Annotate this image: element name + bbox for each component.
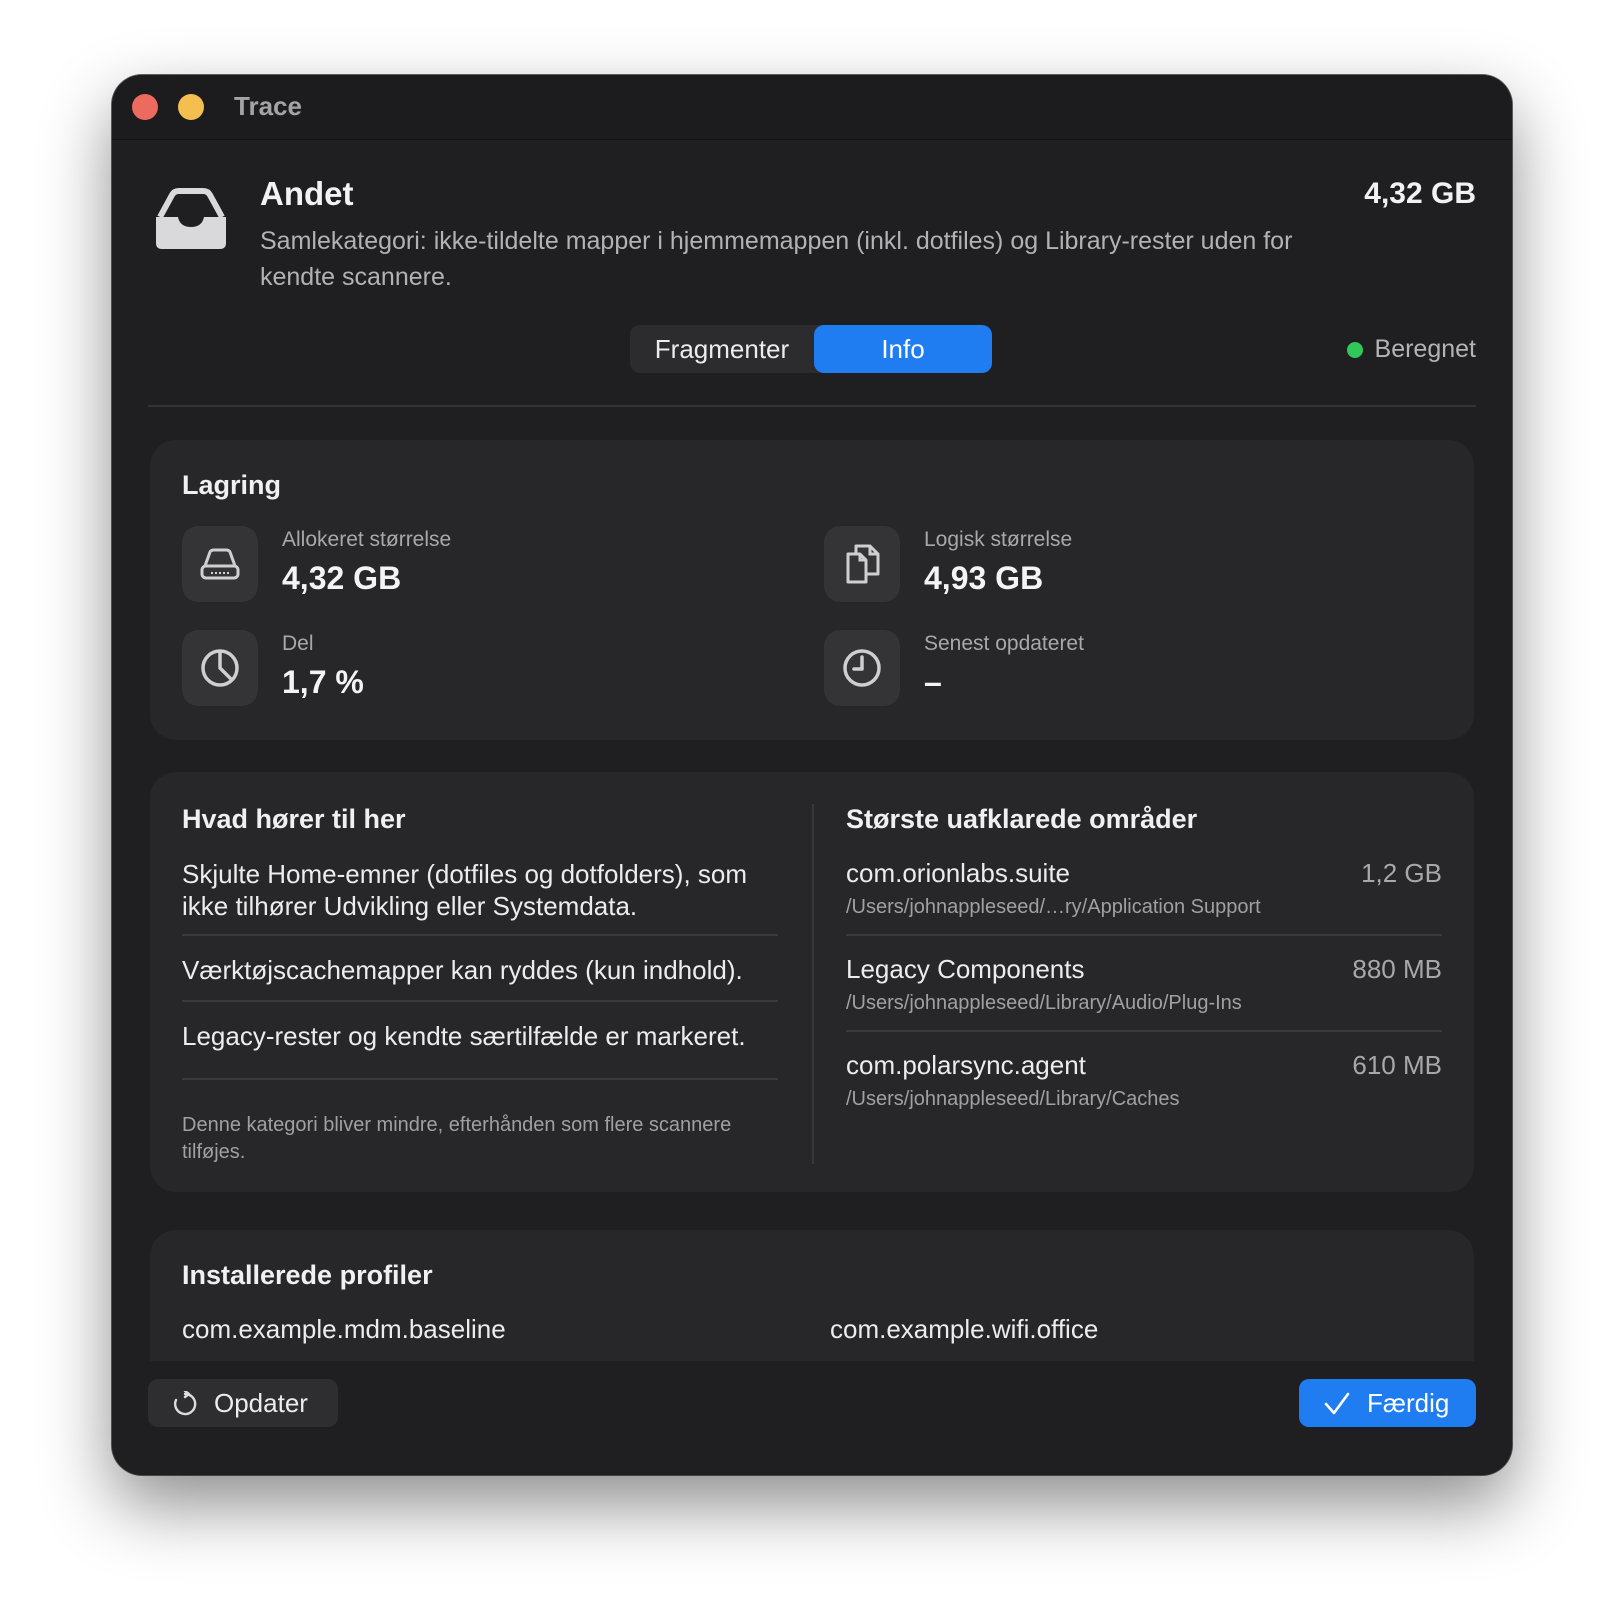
category-size: 4,32 GB — [1364, 177, 1476, 210]
done-button[interactable]: Færdig — [1299, 1379, 1476, 1427]
done-label: Færdig — [1367, 1388, 1450, 1418]
storage-title: Lagring — [182, 470, 281, 500]
status-indicator: Beregnet — [1346, 333, 1476, 365]
header-divider — [148, 405, 1476, 407]
area-path: /Users/johnappleseed/Library/Audio/Plug-… — [846, 992, 1242, 1014]
belongs-title: Hvad hører til her — [182, 804, 406, 834]
column-divider — [812, 804, 814, 1164]
footer-bar: Opdater Færdig — [112, 1361, 1512, 1475]
belongs-item: Legacy-rester og kendte særtilfælde er m… — [182, 1021, 746, 1051]
area-name: Legacy Components — [846, 954, 1085, 984]
title-bar: Trace — [112, 75, 1512, 140]
profile-item: com.example.wifi.office — [830, 1314, 1099, 1344]
stat-share: Del 1,7 % — [182, 630, 742, 710]
stat-value: 4,93 GB — [924, 560, 1044, 596]
area-separator — [846, 934, 1442, 936]
largest-title: Største uafklarede områder — [846, 804, 1198, 834]
stat-value: – — [924, 664, 942, 700]
update-label: Opdater — [214, 1388, 308, 1418]
refresh-icon — [174, 1391, 197, 1416]
window-title: Trace — [234, 91, 302, 121]
stat-allocated-size: Allokeret størrelse 4,32 GB — [182, 526, 742, 606]
tab-info[interactable]: Info — [814, 325, 992, 373]
category-description: Samlekategori: ikke-tildelte mapper i hj… — [260, 227, 1293, 291]
update-button[interactable]: Opdater — [148, 1379, 338, 1427]
profile-item: com.example.mdm.baseline — [182, 1314, 506, 1344]
area-item[interactable]: Legacy Components 880 MB /Users/johnappl… — [846, 954, 1442, 1034]
drive-icon — [200, 548, 240, 580]
stat-label: Allokeret størrelse — [282, 528, 452, 551]
minimize-button[interactable] — [178, 94, 204, 120]
stat-label: Senest opdateret — [924, 632, 1084, 655]
belongs-separator — [182, 934, 778, 936]
status-label: Beregnet — [1374, 335, 1476, 363]
stat-logical-size: Logisk størrelse 4,93 GB — [824, 526, 1384, 606]
area-name: com.polarsync.agent — [846, 1050, 1086, 1080]
belongs-note: Denne kategori bliver mindre, efterhånde… — [182, 1114, 732, 1163]
status-dot-icon — [1346, 342, 1363, 358]
tab-control: Fragmenter Info — [630, 325, 992, 373]
tab-fragmenter[interactable]: Fragmenter — [630, 325, 814, 373]
tray-icon — [156, 188, 226, 249]
clock-icon — [843, 649, 881, 687]
area-size: 1,2 GB — [1361, 858, 1442, 888]
area-size: 880 MB — [1352, 954, 1442, 984]
storage-card: Lagring Allokeret størrelse 4,32 GB Logi… — [150, 440, 1474, 740]
app-window: Trace Andet Samlekategori: ikke-tildelte… — [112, 75, 1512, 1475]
pie-chart-icon — [201, 649, 239, 687]
belongs-item: Værktøjscachemapper kan ryddes (kun indh… — [182, 955, 743, 985]
area-name: com.orionlabs.suite — [846, 858, 1070, 888]
area-separator — [846, 1030, 1442, 1032]
area-item[interactable]: com.orionlabs.suite 1,2 GB /Users/johnap… — [846, 858, 1442, 938]
profiles-title: Installerede profiler — [182, 1260, 433, 1290]
documents-icon — [846, 544, 880, 584]
close-button[interactable] — [132, 94, 158, 120]
belongs-item: Skjulte Home-emner (dotfiles og dotfolde… — [182, 859, 748, 921]
area-size: 610 MB — [1352, 1050, 1442, 1080]
checkmark-icon — [1324, 1392, 1350, 1415]
category-title: Andet — [260, 175, 354, 212]
stat-label: Del — [282, 632, 314, 655]
belongs-separator — [182, 1000, 778, 1002]
belongs-separator — [182, 1078, 778, 1080]
stat-value: 4,32 GB — [282, 560, 402, 596]
area-path: /Users/johnappleseed/Library/Caches — [846, 1088, 1180, 1110]
details-card: Hvad hører til her Skjulte Home-emner (d… — [150, 772, 1474, 1192]
area-path: /Users/johnappleseed/…ry/Application Sup… — [846, 896, 1261, 918]
stat-label: Logisk størrelse — [924, 528, 1073, 551]
stat-last-updated: Senest opdateret – — [824, 630, 1384, 710]
stat-value: 1,7 % — [282, 664, 364, 700]
area-item[interactable]: com.polarsync.agent 610 MB /Users/johnap… — [846, 1050, 1442, 1130]
